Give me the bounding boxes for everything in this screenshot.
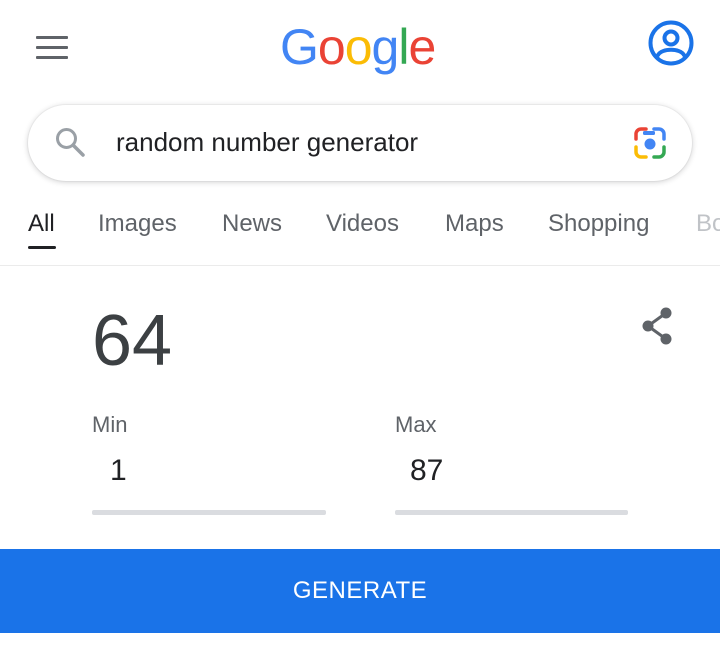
google-lens-camera-icon[interactable] [632,125,668,161]
search-icon [54,126,86,158]
share-icon[interactable] [638,306,676,346]
logo-letter: l [398,19,409,75]
logo-letter: o [317,19,346,75]
min-label: Min [92,412,128,437]
tab-maps[interactable]: Maps [445,210,504,238]
search-tabs: All Images News Videos Maps Shopping Bo [0,196,720,266]
min-input-underline [92,510,326,515]
account-circle-icon[interactable] [648,20,694,66]
search-input[interactable]: random number generator [116,127,418,158]
google-logo[interactable]: Google [280,18,436,76]
search-box[interactable]: random number generator [28,105,692,181]
tab-all[interactable]: All [28,210,55,238]
active-tab-indicator [28,246,56,249]
logo-letter: g [371,19,400,75]
min-input[interactable]: 1 [110,454,127,488]
tab-news[interactable]: News [222,210,282,238]
hamburger-menu-icon[interactable] [36,36,70,60]
random-number-result: 64 [92,301,173,381]
tab-videos[interactable]: Videos [326,210,399,238]
generate-button[interactable]: GENERATE [0,549,720,633]
logo-letter: G [280,19,319,75]
tab-images[interactable]: Images [98,210,177,238]
max-label: Max [395,412,437,437]
logo-letter: o [344,19,373,75]
logo-letter: e [408,19,436,75]
tab-shopping[interactable]: Shopping [548,210,649,238]
max-input[interactable]: 87 [410,454,443,488]
max-input-underline [395,510,628,515]
tab-books[interactable]: Bo [696,210,720,238]
